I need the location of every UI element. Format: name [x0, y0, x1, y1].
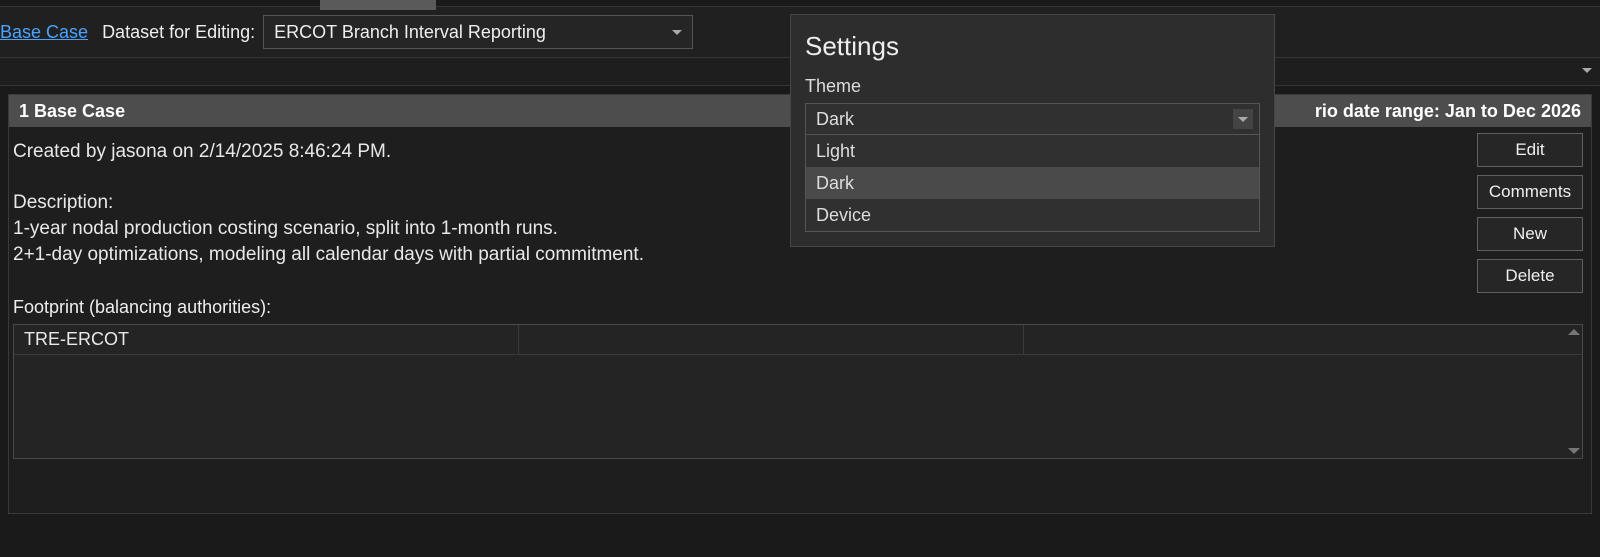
theme-option-dark[interactable]: Dark	[806, 167, 1259, 199]
footprint-cell-name: TRE-ERCOT	[14, 325, 519, 354]
dataset-select[interactable]: ERCOT Branch Interval Reporting	[263, 15, 693, 49]
settings-panel: Settings Theme Dark Light Dark Device	[790, 14, 1275, 247]
scroll-down-icon[interactable]	[1568, 448, 1580, 454]
theme-label: Theme	[791, 76, 1274, 103]
edit-button[interactable]: Edit	[1477, 133, 1583, 167]
theme-select-value: Dark	[816, 109, 854, 130]
dataset-select-value: ERCOT Branch Interval Reporting	[274, 22, 546, 43]
theme-option-light[interactable]: Light	[806, 135, 1259, 167]
theme-select[interactable]: Dark	[805, 103, 1260, 135]
footprint-cell	[519, 325, 1024, 354]
footprint-label: Footprint (balancing authorities):	[13, 297, 1583, 318]
delete-button[interactable]: Delete	[1477, 259, 1583, 293]
comments-button[interactable]: Comments	[1477, 175, 1583, 209]
settings-title: Settings	[791, 31, 1274, 76]
table-row[interactable]: TRE-ERCOT	[14, 325, 1582, 355]
footprint-cell	[1024, 325, 1582, 354]
active-tab-strip[interactable]	[320, 0, 436, 10]
action-buttons: Edit Comments New Delete	[1477, 133, 1583, 293]
new-button[interactable]: New	[1477, 217, 1583, 251]
footprint-grid[interactable]: TRE-ERCOT	[13, 324, 1583, 459]
dataset-label: Dataset for Editing:	[102, 22, 255, 43]
scenario-date-range: rio date range: Jan to Dec 2026	[1315, 101, 1581, 122]
scroll-up-icon[interactable]	[1568, 329, 1580, 335]
base-case-link[interactable]: Base Case	[0, 22, 88, 43]
theme-options-list: Light Dark Device	[805, 135, 1260, 232]
chevron-down-icon	[672, 30, 682, 35]
chevron-down-icon	[1233, 109, 1253, 129]
chevron-down-icon[interactable]	[1582, 68, 1592, 73]
theme-option-device[interactable]: Device	[806, 199, 1259, 231]
